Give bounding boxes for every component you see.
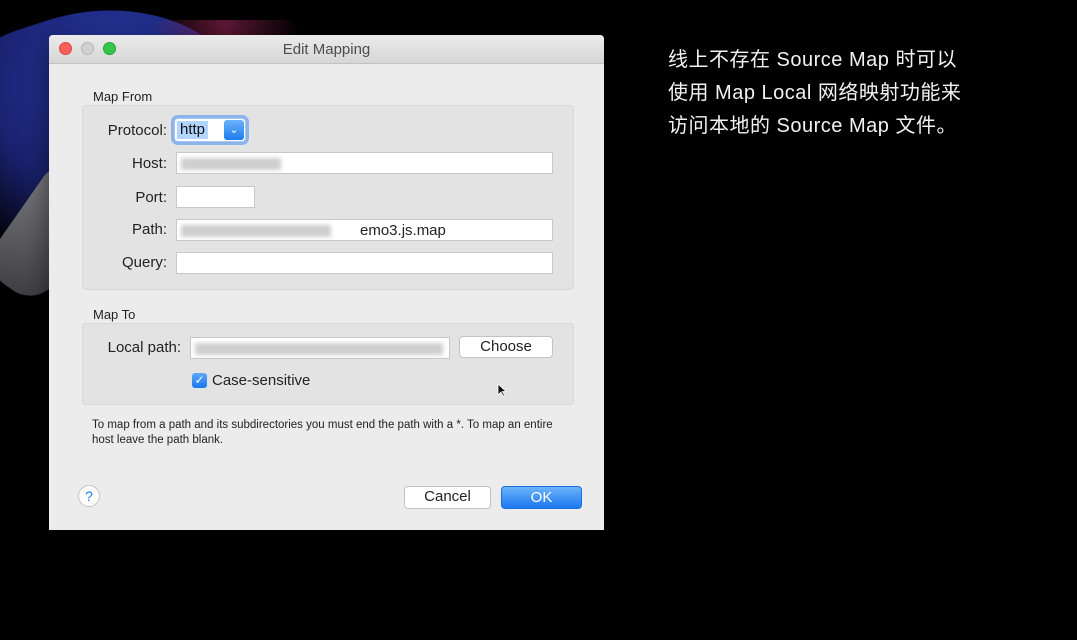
protocol-select[interactable]: http ⌄: [174, 118, 246, 142]
help-text: To map from a path and its subdirectorie…: [92, 419, 553, 446]
host-label: Host:: [131, 155, 167, 172]
caption-line-2: 使用 Map Local 网络映射功能来: [668, 82, 962, 104]
checkmark-icon: ✓: [194, 373, 205, 387]
chevron-down-icon[interactable]: ⌄: [224, 120, 244, 140]
edit-mapping-dialog: Edit Mapping Map From Protocol: http ⌄ H…: [49, 35, 604, 530]
caption-text: 线上不存在 Source Map 时可以 使用 Map Local 网络映射功能…: [668, 44, 988, 143]
host-redacted-blur: [181, 158, 281, 170]
title-bar: Edit Mapping: [49, 35, 604, 64]
help-button[interactable]: ?: [78, 485, 100, 507]
caption-line-3: 访问本地的 Source Map 文件。: [668, 115, 957, 137]
path-label: Path:: [131, 221, 167, 238]
query-label: Query:: [121, 254, 167, 271]
query-field[interactable]: [176, 252, 553, 274]
path-value: emo3.js.map: [360, 222, 446, 239]
case-sensitive-label[interactable]: Case-sensitive: [212, 372, 310, 389]
map-to-label: Map To: [93, 307, 136, 322]
port-field[interactable]: [176, 186, 255, 208]
local-path-label: Local path:: [107, 339, 181, 356]
choose-button[interactable]: Choose: [459, 336, 553, 358]
protocol-label: Protocol:: [107, 122, 167, 139]
mouse-cursor-icon: [497, 383, 507, 397]
case-sensitive-checkbox[interactable]: ✓: [192, 373, 207, 388]
port-label: Port:: [135, 189, 167, 206]
map-from-label: Map From: [93, 89, 153, 104]
caption-line-1: 线上不存在 Source Map 时可以: [668, 49, 957, 71]
ok-button[interactable]: OK: [501, 486, 582, 509]
cancel-button[interactable]: Cancel: [404, 486, 491, 509]
path-redacted-blur: [181, 225, 331, 237]
protocol-value: http: [177, 121, 209, 139]
dialog-title: Edit Mapping: [282, 41, 371, 58]
local-path-redacted-blur: [195, 343, 443, 355]
